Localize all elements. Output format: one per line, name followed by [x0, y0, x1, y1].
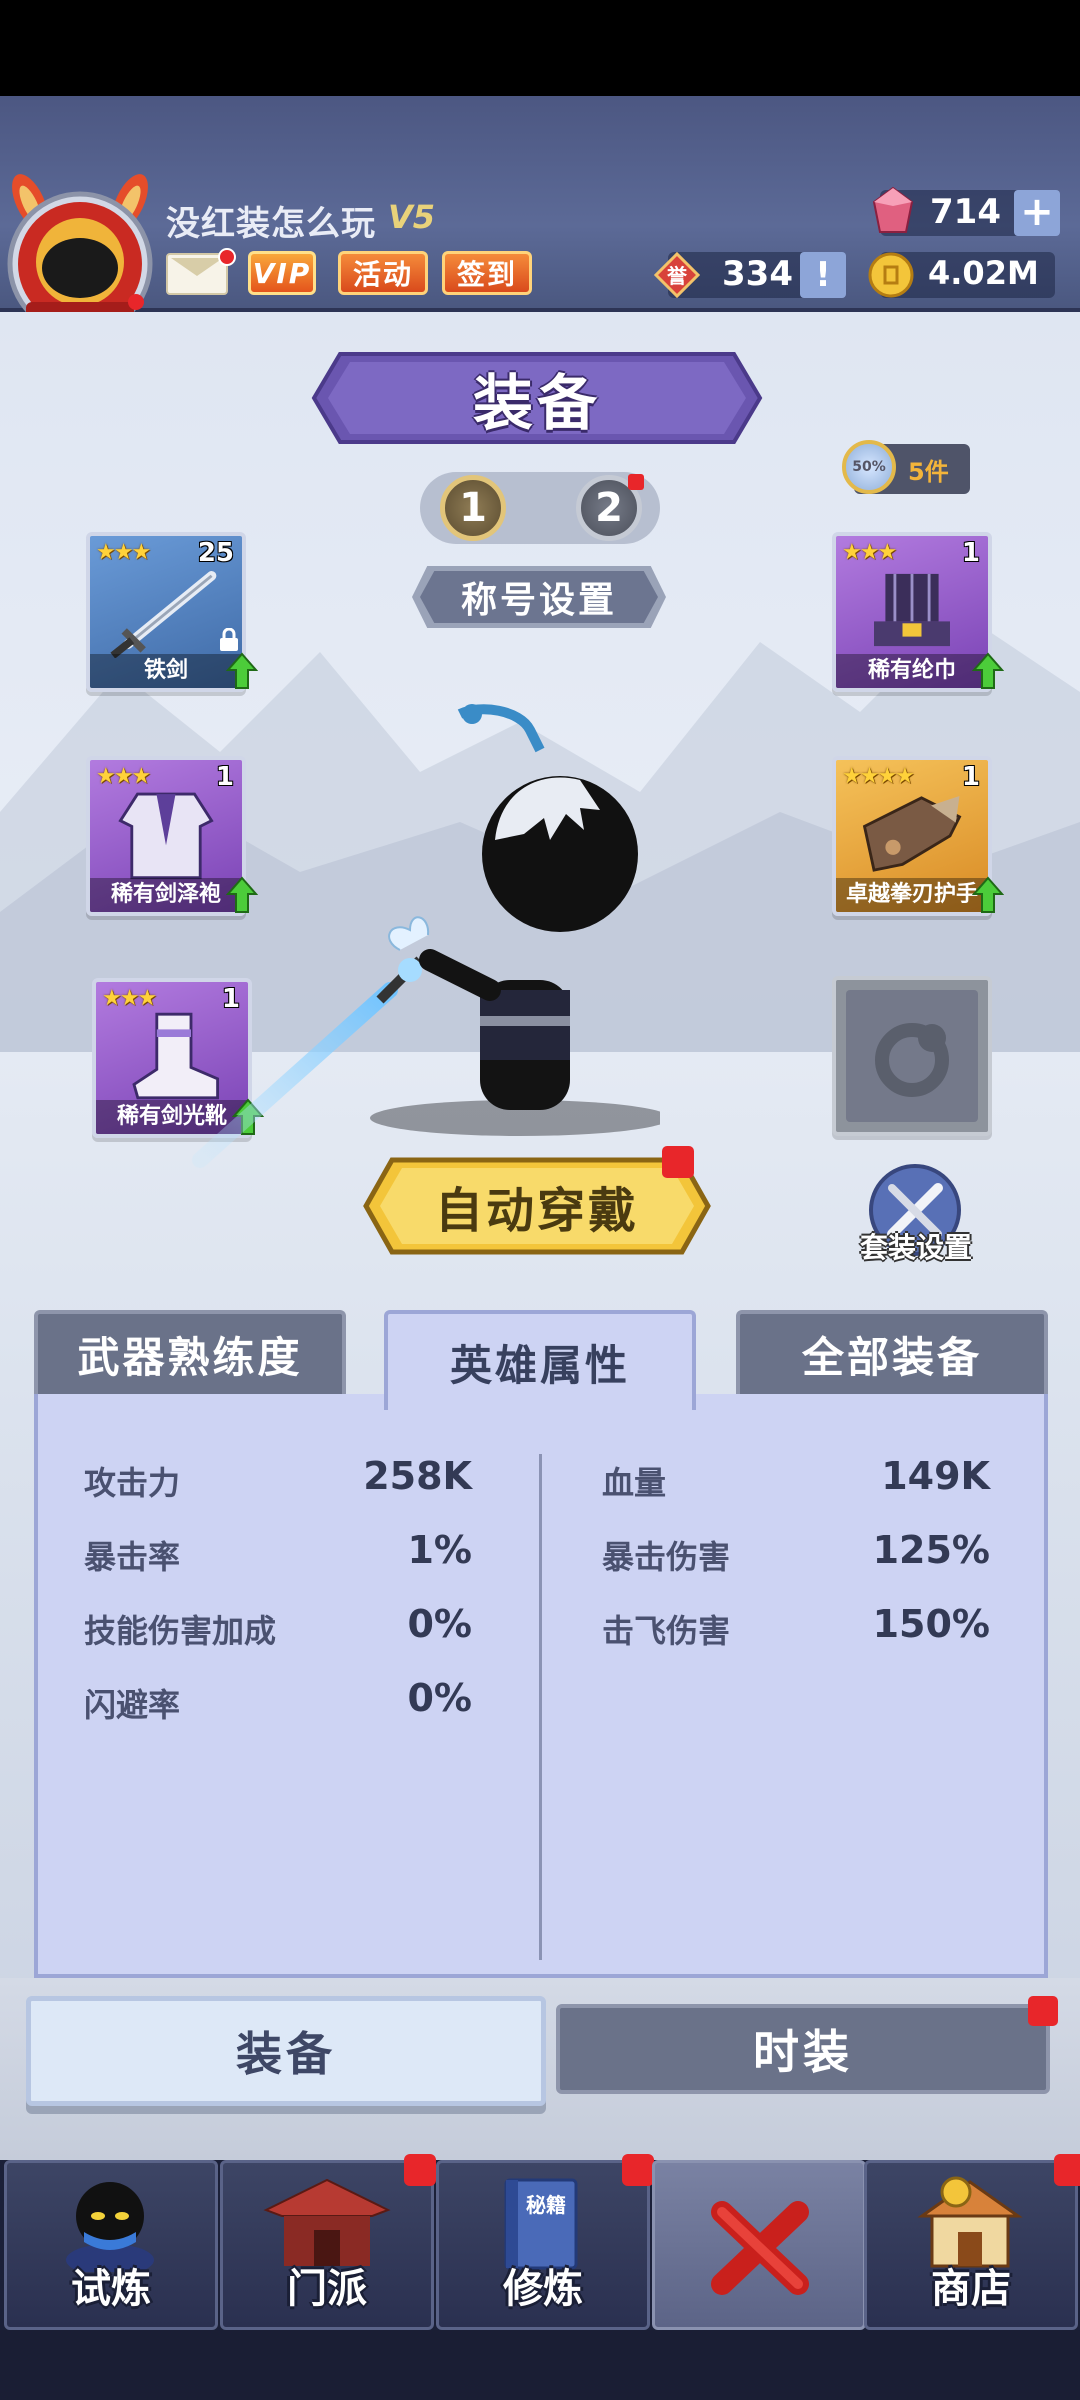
gem-amount: 714 — [930, 192, 1001, 232]
preset-1-button[interactable]: 1 — [440, 475, 506, 541]
tab-hero-attributes[interactable]: 英雄属性 — [384, 1310, 696, 1410]
nav-shop-label: 商店 — [931, 2266, 1011, 2312]
nav-cultivate-label: 修炼 — [503, 2266, 583, 2312]
lock-icon — [220, 628, 238, 651]
upgrade-arrow-icon — [226, 652, 258, 689]
page-title: 装备 — [473, 368, 601, 439]
nav-sect-label: 门派 — [287, 2266, 367, 2312]
player-name: 没红装怎么玩 — [166, 204, 376, 244]
nav-footer — [0, 2330, 1080, 2400]
honor-icon: 誉 — [654, 252, 700, 298]
attr-label-dodge: 闪避率 — [84, 1686, 181, 1724]
title-setting-button[interactable]: 称号设置 — [420, 571, 658, 623]
nav-cultivate-notification-dot — [622, 2154, 654, 2186]
tab-weapon-mastery[interactable]: 武器熟练度 — [34, 1310, 346, 1394]
equipment-slot-helmet[interactable]: ★★★ 1 稀有纶巾 — [832, 532, 992, 692]
headband-icon — [874, 573, 950, 647]
hero-character — [192, 704, 660, 1168]
honor-amount: 334 — [722, 254, 793, 294]
sign-in-button[interactable]: 签到 — [442, 251, 532, 295]
attr-label-knockup-damage: 击飞伤害 — [602, 1612, 731, 1650]
upgrade-arrow-icon — [972, 652, 1004, 689]
book-cover-text: 秘籍 — [526, 2193, 566, 2217]
set-bonus-icon: 50% — [842, 440, 896, 494]
equipment-slot-weapon[interactable]: ★★★ 25 铁剑 — [86, 532, 246, 692]
nav-sect-notification-dot — [404, 2154, 436, 2186]
preset-2-notification-dot — [628, 474, 644, 490]
nav-trial-label: 试炼 — [71, 2266, 151, 2312]
honor-badge-text: 誉 — [666, 264, 688, 288]
equip-tab[interactable]: 装备 — [26, 1996, 546, 2106]
vip-button[interactable]: VIP — [248, 251, 316, 295]
activity-button[interactable]: 活动 — [338, 251, 428, 295]
attr-label-attack: 攻击力 — [84, 1464, 181, 1502]
coin-amount: 4.02M — [928, 254, 1039, 292]
fashion-notification-dot — [1028, 1996, 1058, 2026]
attr-value-crit-rate: 1% — [407, 1528, 472, 1572]
attr-value-knockup-damage: 150% — [872, 1602, 990, 1646]
honor-info-button[interactable]: ! — [800, 252, 846, 298]
attr-label-crit-damage: 暴击伤害 — [602, 1538, 731, 1576]
gauntlet-icon — [862, 796, 962, 872]
attr-value-dodge: 0% — [407, 1676, 472, 1720]
attributes-divider — [539, 1454, 542, 1960]
nav-shop-notification-dot — [1054, 2154, 1080, 2186]
player-rank: V5 — [388, 198, 436, 236]
attr-value-skill-damage: 0% — [407, 1602, 472, 1646]
fashion-tab[interactable]: 时装 — [556, 2004, 1050, 2094]
attr-value-attack: 258K — [363, 1454, 472, 1498]
equipment-slot-ring-empty[interactable] — [832, 976, 992, 1136]
set-bonus-count: 5件 — [908, 458, 949, 486]
mail-notification-dot — [218, 248, 236, 266]
attr-value-crit-damage: 125% — [872, 1528, 990, 1572]
equipment-slot-gloves[interactable]: ★★★★ 1 卓越拳刃护手 — [832, 756, 992, 916]
item-name: 铁剑 — [90, 654, 242, 688]
attr-label-crit-rate: 暴击率 — [84, 1538, 181, 1576]
coin-icon — [868, 252, 914, 298]
attr-label-skill-damage: 技能伤害加成 — [84, 1612, 277, 1650]
suit-setting-label[interactable]: 套装设置 — [846, 1226, 986, 1266]
status-bar-area — [0, 0, 1080, 96]
auto-equip-notification-dot — [662, 1146, 694, 1178]
ring-slot-icon — [846, 990, 978, 1122]
game-screen: 没红装怎么玩 V5 VIP 活动 签到 714 + 誉 334 ! 4.02M … — [0, 0, 1080, 2400]
tab-all-equipment[interactable]: 全部装备 — [736, 1310, 1048, 1394]
attr-value-hp: 149K — [881, 1454, 990, 1498]
item-name: 稀有纶巾 — [836, 654, 988, 688]
auto-equip-button[interactable]: 自动穿戴 — [362, 1154, 712, 1258]
upgrade-arrow-icon — [972, 876, 1004, 913]
gem-icon — [872, 186, 914, 233]
attr-label-hp: 血量 — [602, 1464, 667, 1502]
close-icon — [711, 2201, 809, 2295]
add-gems-button[interactable]: + — [1014, 190, 1060, 236]
item-name: 卓越拳刃护手 — [836, 878, 988, 912]
